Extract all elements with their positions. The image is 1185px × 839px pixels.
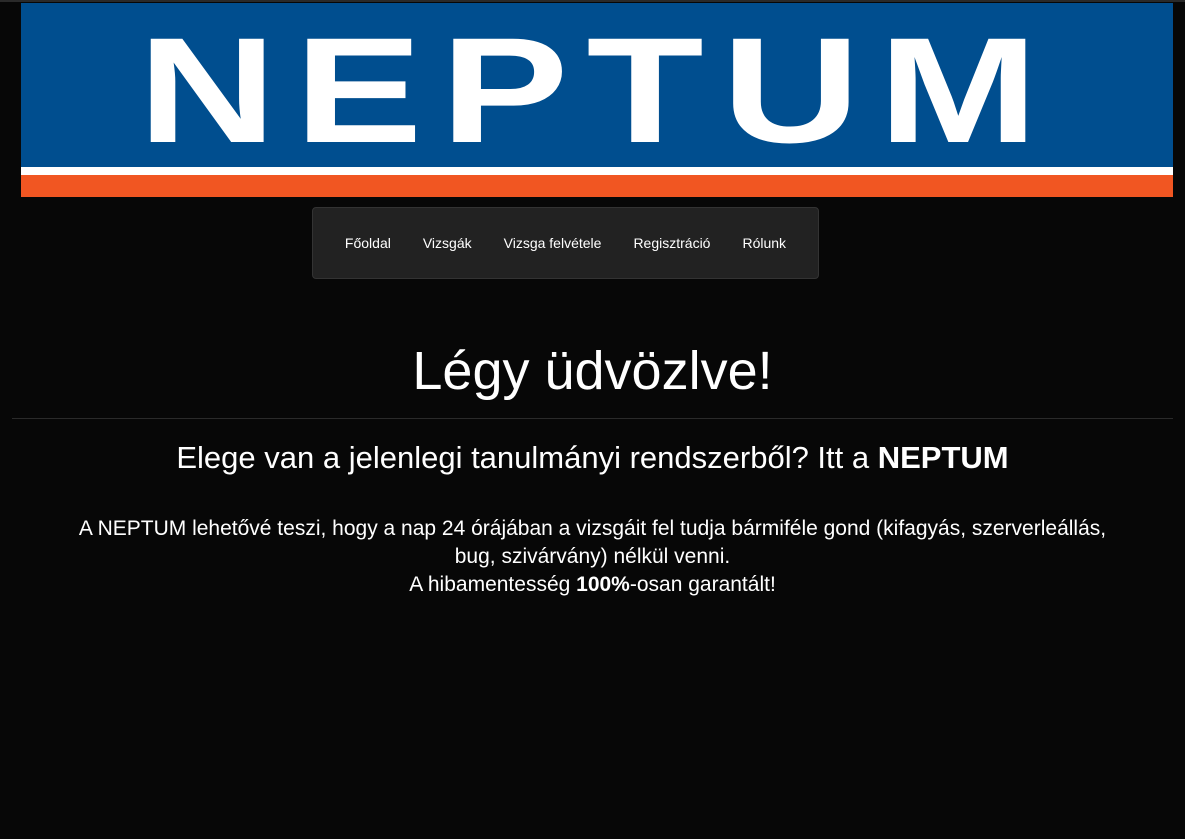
intro-description: A NEPTUM lehetővé teszi, hogy a nap 24 ó…: [60, 515, 1125, 599]
nav-list: Főoldal Vizsgák Vizsga felvétele Regiszt…: [329, 208, 802, 278]
neptum-banner: NEPTUM: [21, 3, 1173, 197]
nav-item-vizsga-felvetele: Vizsga felvétele: [488, 208, 618, 278]
nav-item-fooldal: Főoldal: [329, 208, 407, 278]
neptum-logo-text: NEPTUM: [137, 6, 1057, 174]
section-divider: [12, 418, 1173, 419]
welcome-heading: Légy üdvözlve!: [412, 341, 773, 401]
description-line-1: A NEPTUM lehetővé teszi, hogy a nap 24 ó…: [78, 517, 1107, 568]
subheading-text: Elege van a jelenlegi tanulmányi rendsze…: [176, 440, 878, 475]
top-border: [0, 0, 1185, 2]
nav-item-regisztracio: Regisztráció: [617, 208, 726, 278]
nav-item-rolunk: Rólunk: [726, 208, 802, 278]
nav-item-vizsgak: Vizsgák: [407, 208, 488, 278]
nav-link-rolunk[interactable]: Rólunk: [726, 208, 802, 278]
main-navbar: Főoldal Vizsgák Vizsga felvétele Regiszt…: [312, 207, 819, 279]
nav-link-vizsgak[interactable]: Vizsgák: [407, 208, 488, 278]
nav-link-fooldal[interactable]: Főoldal: [329, 208, 407, 278]
page: NEPTUM Főoldal Vizsgák Vizsga felvétele …: [0, 0, 1185, 839]
banner-orange-stripe: [21, 175, 1173, 197]
nav-link-vizsga-felvetele[interactable]: Vizsga felvétele: [488, 208, 618, 278]
intro-subheading: Elege van a jelenlegi tanulmányi rendsze…: [0, 438, 1185, 478]
description-line-2-prefix: A hibamentesség: [409, 573, 577, 596]
nav-link-regisztracio[interactable]: Regisztráció: [617, 208, 726, 278]
description-line-2-suffix: -osan garantált!: [629, 573, 776, 596]
description-percentage: 100%: [576, 573, 630, 596]
subheading-brand: NEPTUM: [877, 440, 1009, 475]
